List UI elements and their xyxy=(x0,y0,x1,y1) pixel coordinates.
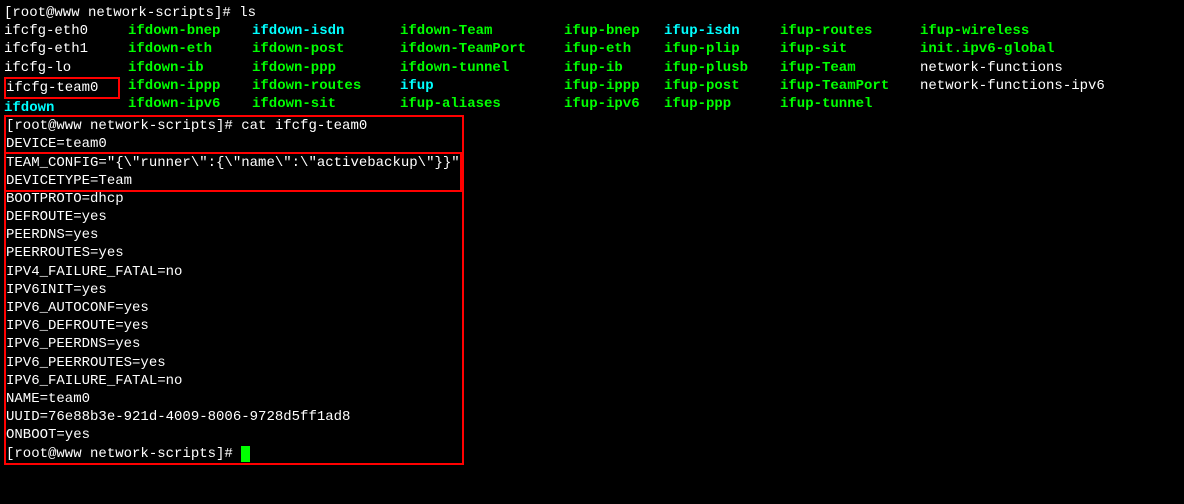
file-entry: ifup-plip xyxy=(664,40,772,58)
file-entry: network-functions-ipv6 xyxy=(920,77,1105,95)
file-entry: ifcfg-eth0 xyxy=(4,22,120,40)
cursor-icon xyxy=(241,446,250,462)
ls-column: ifup-bnepifup-ethifup-ibifup-ipppifup-ip… xyxy=(564,22,664,117)
file-entry: ifdown-isdn xyxy=(252,22,392,40)
file-entry: ifup-tunnel xyxy=(780,95,912,113)
file-entry: ifcfg-lo xyxy=(4,59,120,77)
file-entry: ifup-bnep xyxy=(564,22,656,40)
file-entry: ifdown-ppp xyxy=(252,59,392,77)
file-entry: ifdown-Team xyxy=(400,22,556,40)
file-entry: ifdown-post xyxy=(252,40,392,58)
config-line: BOOTPROTO=dhcp xyxy=(6,190,460,208)
config-line: IPV6_PEERROUTES=yes xyxy=(6,354,460,372)
config-line: ONBOOT=yes xyxy=(6,426,460,444)
file-entry: ifup-ipv6 xyxy=(564,95,656,113)
ls-column: ifup-wirelessinit.ipv6-globalnetwork-fun… xyxy=(920,22,1113,117)
config-line: PEERROUTES=yes xyxy=(6,244,460,262)
config-line: DEVICETYPE=Team xyxy=(6,172,460,190)
file-entry: ifcfg-eth1 xyxy=(4,40,120,58)
config-line: IPV6_PEERDNS=yes xyxy=(6,335,460,353)
ls-column: ifdown-Teamifdown-TeamPortifdown-tunneli… xyxy=(400,22,564,117)
ls-output: ifcfg-eth0ifcfg-eth1ifcfg-lo ifcfg-team0 i… xyxy=(4,22,1180,117)
config-line: TEAM_CONFIG="{\"runner\":{\"name\":\"act… xyxy=(6,154,460,172)
file-entry: network-functions xyxy=(920,59,1105,77)
file-entry: ifup xyxy=(400,77,556,95)
file-entry: ifup-isdn xyxy=(664,22,772,40)
ifcfg-team0-highlight: ifcfg-team0 xyxy=(4,77,120,99)
file-entry: ifup-routes xyxy=(780,22,912,40)
file-entry: ifdown-bnep xyxy=(128,22,244,40)
config-line: IPV6_DEFROUTE=yes xyxy=(6,317,460,335)
file-entry: ifup-ppp xyxy=(664,95,772,113)
ls-column: ifup-isdnifup-plipifup-plusbifup-postifu… xyxy=(664,22,780,117)
cat-output-highlight: [root@www network-scripts]# cat ifcfg-te… xyxy=(4,115,464,465)
config-line: UUID=76e88b3e-921d-4009-8006-9728d5ff1ad… xyxy=(6,408,460,426)
file-entry: init.ipv6-global xyxy=(920,40,1105,58)
file-entry: ifup-Team xyxy=(780,59,912,77)
file-entry: ifdown-tunnel xyxy=(400,59,556,77)
file-entry: ifdown-ippp xyxy=(128,77,244,95)
config-line: PEERDNS=yes xyxy=(6,226,460,244)
config-line: NAME=team0 xyxy=(6,390,460,408)
prompt-idle: [root@www network-scripts]# xyxy=(6,445,460,463)
prompt-cat: [root@www network-scripts]# cat ifcfg-te… xyxy=(6,117,460,135)
file-entry: ifup-TeamPort xyxy=(780,77,912,95)
file-entry: ifup-wireless xyxy=(920,22,1105,40)
file-entry: ifdown-ib xyxy=(128,59,244,77)
ls-column: ifdown-isdnifdown-postifdown-pppifdown-r… xyxy=(252,22,400,117)
ls-column: ifup-routesifup-sitifup-Teamifup-TeamPor… xyxy=(780,22,920,117)
file-entry: ifup-post xyxy=(664,77,772,95)
prompt-ls: [root@www network-scripts]# ls xyxy=(4,4,1180,22)
file-entry: ifup-sit xyxy=(780,40,912,58)
config-line: IPV6INIT=yes xyxy=(6,281,460,299)
file-entry: ifup-eth xyxy=(564,40,656,58)
file-entry: ifup-ippp xyxy=(564,77,656,95)
config-line: DEFROUTE=yes xyxy=(6,208,460,226)
file-entry: ifup-aliases xyxy=(400,95,556,113)
config-line: IPV4_FAILURE_FATAL=no xyxy=(6,263,460,281)
team-config-highlight: TEAM_CONFIG="{\"runner\":{\"name\":\"act… xyxy=(4,152,462,192)
file-entry: ifup-ib xyxy=(564,59,656,77)
ls-column: ifcfg-eth0ifcfg-eth1ifcfg-loifcfg-team0i… xyxy=(4,22,128,117)
file-entry: ifup-plusb xyxy=(664,59,772,77)
ls-column: ifdown-bnepifdown-ethifdown-ibifdown-ipp… xyxy=(128,22,252,117)
file-entry: ifdown-routes xyxy=(252,77,392,95)
terminal[interactable]: [root@www network-scripts]# ls ifcfg-eth… xyxy=(4,4,1180,465)
file-entry: ifdown-eth xyxy=(128,40,244,58)
file-entry: ifdown-TeamPort xyxy=(400,40,556,58)
file-entry: ifcfg-team0 xyxy=(6,80,98,96)
config-line: IPV6_FAILURE_FATAL=no xyxy=(6,372,460,390)
file-entry: ifdown-ipv6 xyxy=(128,95,244,113)
file-entry: ifdown-sit xyxy=(252,95,392,113)
config-line: IPV6_AUTOCONF=yes xyxy=(6,299,460,317)
